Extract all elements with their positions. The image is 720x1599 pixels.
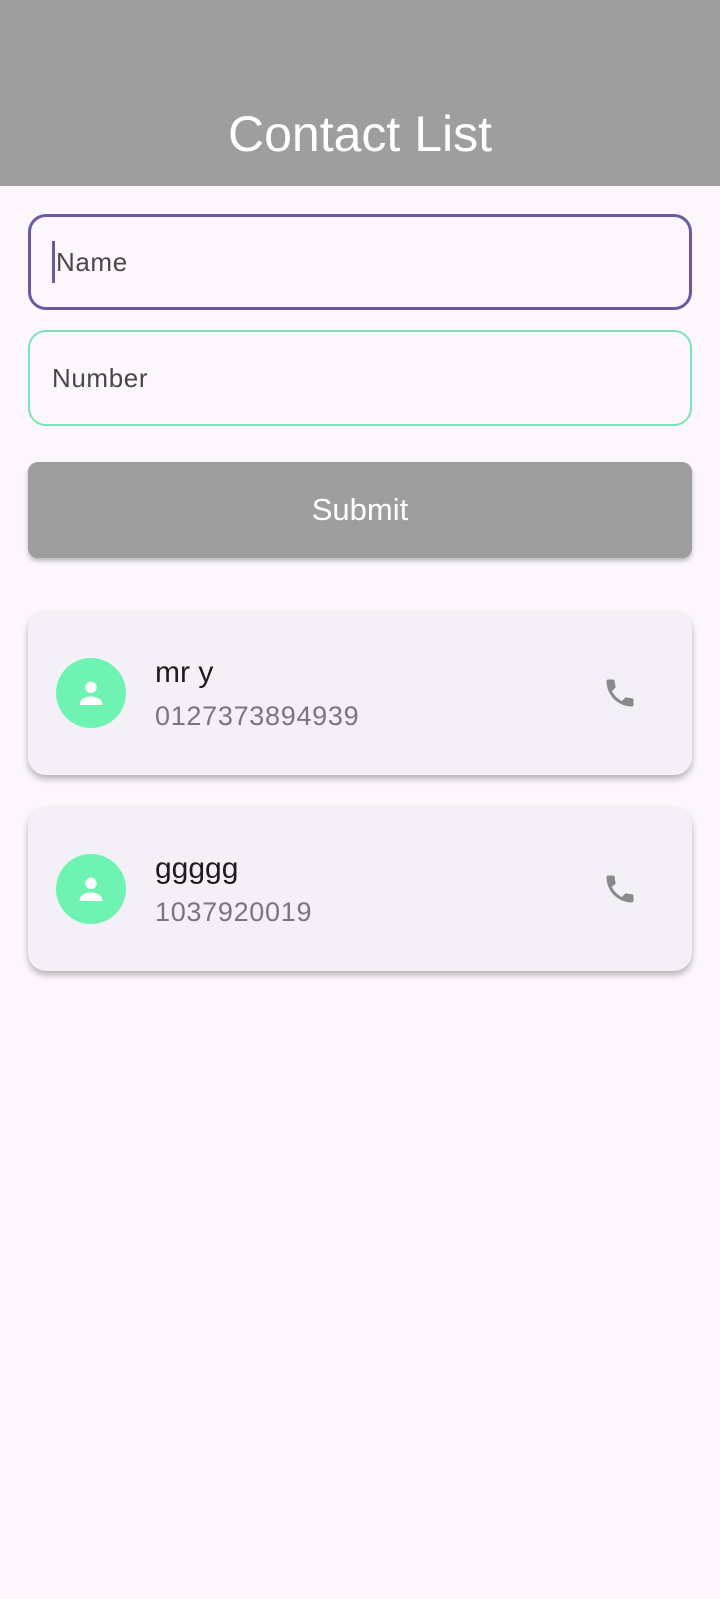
submit-button[interactable]: Submit [28, 462, 692, 558]
app-bar: Contact List [0, 0, 720, 186]
number-placeholder: Number [52, 362, 149, 393]
name-placeholder: Name [56, 246, 128, 277]
text-caret [52, 241, 55, 283]
submit-button-label: Submit [311, 492, 409, 527]
phone-icon[interactable] [598, 671, 642, 715]
contact-number: 0127373894939 [155, 701, 360, 731]
number-field[interactable]: Number [28, 330, 692, 426]
contact-name: ggggg [155, 852, 239, 885]
contact-card[interactable]: ggggg 1037920019 [28, 807, 692, 971]
contact-card[interactable]: mr y 0127373894939 [28, 611, 692, 775]
contact-name: mr y [155, 656, 214, 689]
contact-number: 1037920019 [155, 897, 313, 927]
person-icon [56, 854, 126, 924]
phone-icon[interactable] [598, 867, 642, 911]
person-icon [56, 658, 126, 728]
name-field[interactable]: Name [28, 214, 692, 310]
page-title: Contact List [227, 106, 492, 162]
